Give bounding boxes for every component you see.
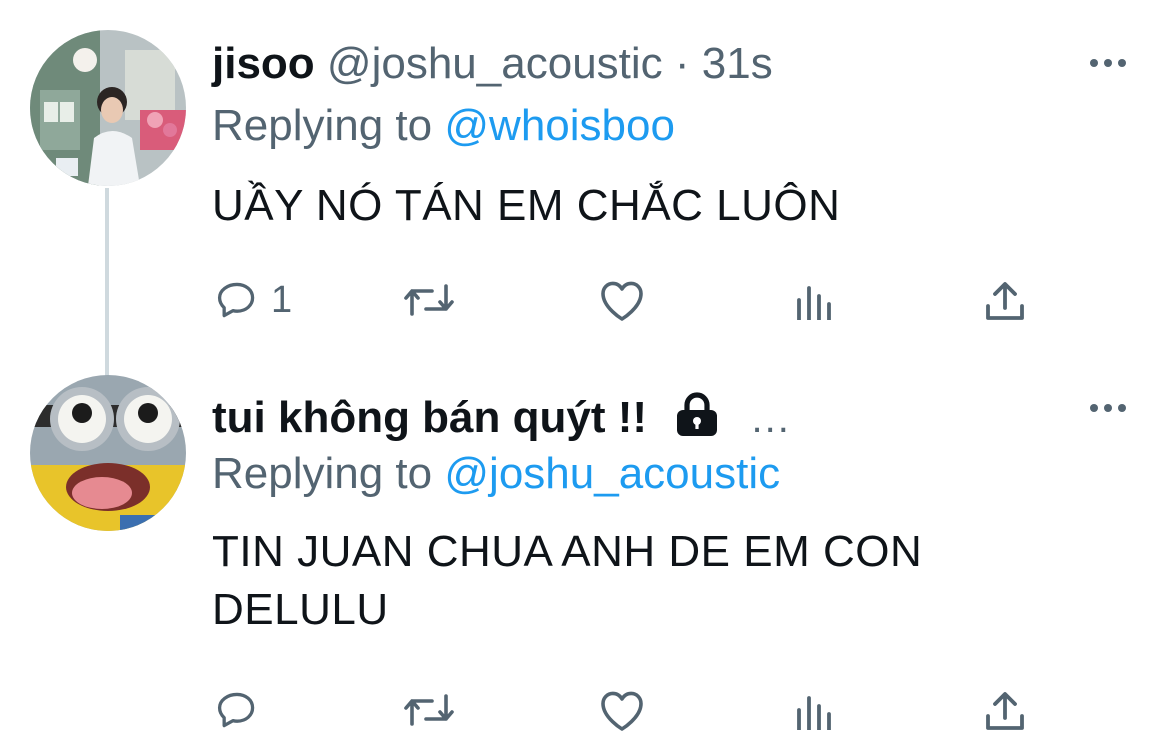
reply-button[interactable]: [215, 688, 259, 732]
tweet-text: UẦY NÓ TÁN EM CHẮC LUÔN: [212, 181, 841, 230]
like-button[interactable]: [598, 688, 646, 732]
reply-button[interactable]: 1: [215, 278, 292, 322]
like-button[interactable]: [598, 278, 646, 322]
replying-to-mention[interactable]: @whoisboo: [444, 101, 675, 150]
avatar[interactable]: [30, 30, 186, 186]
avatar-photo: [30, 30, 186, 186]
tweet-text-line: TIN JUAN CHUA ANH DE EM CON: [212, 527, 923, 576]
share-button[interactable]: [984, 280, 1026, 322]
reply-icon: [217, 282, 255, 318]
tweet-header: jisoo @joshu_acoustic · 31s: [212, 42, 773, 86]
separator-dot: ·: [674, 39, 690, 88]
replying-to-line: Replying to @joshu_acoustic: [212, 452, 780, 496]
lock-icon: [673, 392, 721, 444]
retweet-button[interactable]: [402, 280, 456, 320]
display-name[interactable]: tui không bán quýt !!: [212, 393, 647, 442]
replying-to-label: Replying to: [212, 449, 433, 498]
share-button[interactable]: [984, 690, 1026, 732]
share-icon: [986, 692, 1024, 730]
more-options-icon[interactable]: [1090, 402, 1130, 414]
reply-count: 1: [271, 278, 293, 321]
replying-to-line: Replying to @whoisboo: [212, 104, 675, 148]
replying-to-label: Replying to: [212, 101, 433, 150]
like-icon: [601, 691, 643, 731]
display-name[interactable]: jisoo: [212, 39, 315, 88]
analytics-icon: [797, 286, 831, 320]
retweet-button[interactable]: [402, 690, 456, 730]
like-icon: [601, 281, 643, 321]
avatar[interactable]: [30, 375, 186, 531]
timestamp[interactable]: 31s: [702, 39, 773, 88]
user-handle[interactable]: @joshu_acoustic: [327, 39, 663, 88]
analytics-button[interactable]: [795, 284, 833, 320]
name-truncation: ...: [751, 397, 791, 441]
analytics-icon: [797, 696, 831, 730]
retweet-icon: [404, 694, 454, 726]
analytics-button[interactable]: [795, 694, 833, 730]
share-icon: [986, 282, 1024, 320]
more-options-icon[interactable]: [1090, 57, 1130, 69]
tweet-text-line: DELULU: [212, 585, 389, 634]
tweet-text: TIN JUAN CHUA ANH DE EM CON DELULU: [212, 526, 922, 636]
retweet-icon: [404, 284, 454, 316]
reply-icon: [217, 692, 255, 728]
replying-to-mention[interactable]: @joshu_acoustic: [444, 449, 780, 498]
tweet-header: tui không bán quýt !! ...: [212, 392, 791, 444]
thread-connector-line: [105, 188, 109, 376]
avatar-minion: [30, 375, 186, 531]
